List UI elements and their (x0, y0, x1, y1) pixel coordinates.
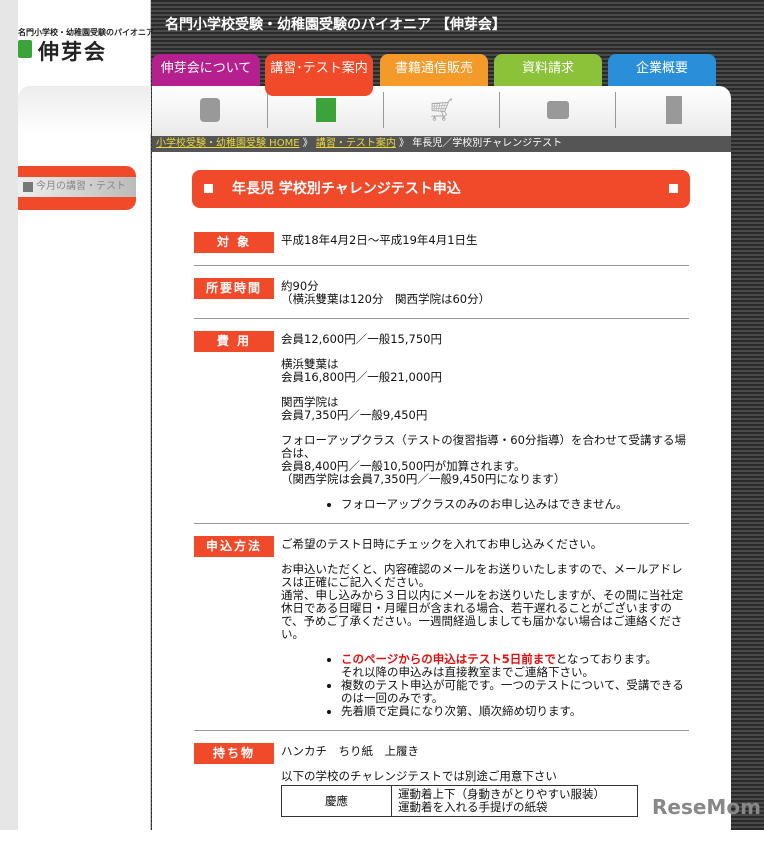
courses-icon[interactable] (268, 92, 384, 128)
left-panel-header (18, 86, 151, 134)
section-label: 申込方法 (194, 536, 274, 557)
tab-courses-tests[interactable]: 講習･テスト案内 (265, 54, 373, 96)
duration-note: （横浜雙葉は120分 関西学院は60分） (281, 292, 491, 306)
list-item: フォローアップクラスのみのお申し込みはできません。 (341, 498, 689, 511)
tab-request-materials[interactable]: 資料請求 (494, 54, 602, 86)
breadcrumb: 小学校受験・幼稚園受験 HOME 》 講習・テスト案内 》 年長児／学校別チャレ… (152, 136, 731, 152)
section-items: 持ち物 ハンカチ ちり紙 上履き 以下の学校のチャレンジテストでは別途ご用意下さ… (194, 743, 689, 829)
left-gutter (0, 0, 18, 830)
building-icon[interactable] (616, 92, 731, 128)
logo-icon[interactable] (18, 40, 32, 58)
tab-company[interactable]: 企業概要 (608, 54, 716, 86)
section-label: 持ち物 (194, 743, 274, 764)
breadcrumb-separator: 》 (299, 138, 316, 149)
cart-icon[interactable]: 🛒︎ (384, 92, 500, 128)
square-bullet-icon (204, 184, 213, 193)
section-apply: 申込方法 ご希望のテスト日時にチェックを入れてお申し込みください。 お申込いただ… (194, 536, 689, 731)
breadcrumb-parent-link[interactable]: 講習・テスト案内 (316, 138, 396, 149)
section-duration: 所要時間 約90分 （横浜雙葉は120分 関西学院は60分） (194, 278, 689, 319)
about-icon[interactable] (152, 92, 268, 128)
sidebar-item-monthly-tests[interactable]: 今月の講習・テスト (18, 177, 136, 197)
fax-icon[interactable] (500, 92, 616, 128)
school-cell: 慶應 (281, 785, 392, 817)
requirements-cell: 運動着上下（身動きがとりやすい服装） 運動着を入れる手提げの紙袋 (391, 785, 638, 817)
items-note: 以下の学校のチャレンジテストでは別途ご用意下さい (281, 769, 557, 783)
tab-books[interactable]: 書籍通信販売 (380, 54, 488, 86)
apply-instruction: ご希望のテスト日時にチェックを入れてお申し込みください。 (281, 537, 603, 551)
fee-standard: 会員12,600円／一般15,750円 (281, 332, 442, 346)
section-target: 対 象 平成18年4月2日～平成19年4月1日生 (194, 232, 689, 266)
list-item: このページからの申込はテスト5日前までとなっております。それ以降の申込みは直接教… (341, 653, 689, 679)
page-title-text: 年長児 学校別チャレンジテスト申込 (232, 181, 461, 197)
list-item: 先着順で定員になり次第、順次締め切ります。 (341, 705, 689, 718)
table-row: 慶應 運動着上下（身動きがとりやすい服装） 運動着を入れる手提げの紙袋 (281, 785, 638, 817)
breadcrumb-home-link[interactable]: 小学校受験・幼稚園受験 HOME (156, 138, 300, 149)
section-label: 対 象 (194, 232, 274, 253)
list-item: 複数のテスト申込が可能です。一つのテストについて、受講できるのは一回のみです。 (341, 679, 689, 705)
square-bullet-icon (669, 184, 678, 193)
apply-email-note: お申込いただくと、内容確認のメールをお送りいたしますので、メールアドレスは正確に… (281, 562, 683, 589)
site-title: 名門小学校受験・幼稚園受験のパイオニア 【伸芽会】 (165, 17, 506, 33)
grid-icon (23, 182, 33, 192)
fee-kwansei: 関西学院は 会員7,350円／一般9,450円 (281, 395, 428, 422)
logo[interactable]: 伸芽会 (38, 36, 107, 66)
page-title: 年長児 学校別チャレンジテスト申込 (192, 170, 690, 208)
sidebar-menu: 今月の講習・テスト (18, 166, 136, 210)
extra-items-table: 慶應 運動着上下（身動きがとりやすい服装） 運動着を入れる手提げの紙袋 (281, 785, 638, 817)
fee-yokohama: 横浜雙葉は 会員16,800円／一般21,000円 (281, 357, 442, 384)
apply-timing-note: 通常、申し込みから３日以内にメールをお送りいたしますが、その間に当社定休日である… (281, 588, 684, 641)
sidebar-item-label: 今月の講習・テスト (36, 181, 126, 192)
breadcrumb-current: 年長児／学校別チャレンジテスト (412, 138, 563, 149)
breadcrumb-separator: 》 (395, 138, 413, 149)
items-text: ハンカチ ちり紙 上履き (281, 744, 419, 758)
watermark-logo: ReseMom (652, 795, 761, 819)
target-text: 平成18年4月2日～平成19年4月1日生 (281, 233, 478, 247)
tab-about[interactable]: 伸芽会について (152, 54, 260, 86)
icon-bar: 🛒︎ (152, 86, 731, 136)
fee-followup: フォローアップクラス（テストの復習指導・60分指導）を合わせて受講する場合は、会… (281, 433, 686, 486)
application-details: 対 象 平成18年4月2日～平成19年4月1日生 所要時間 約90分 （横浜雙葉… (194, 232, 689, 841)
section-fee: 費 用 会員12,600円／一般15,750円 横浜雙葉は 会員16,800円／一… (194, 331, 689, 524)
section-label: 費 用 (194, 331, 274, 352)
section-label: 所要時間 (194, 278, 274, 299)
